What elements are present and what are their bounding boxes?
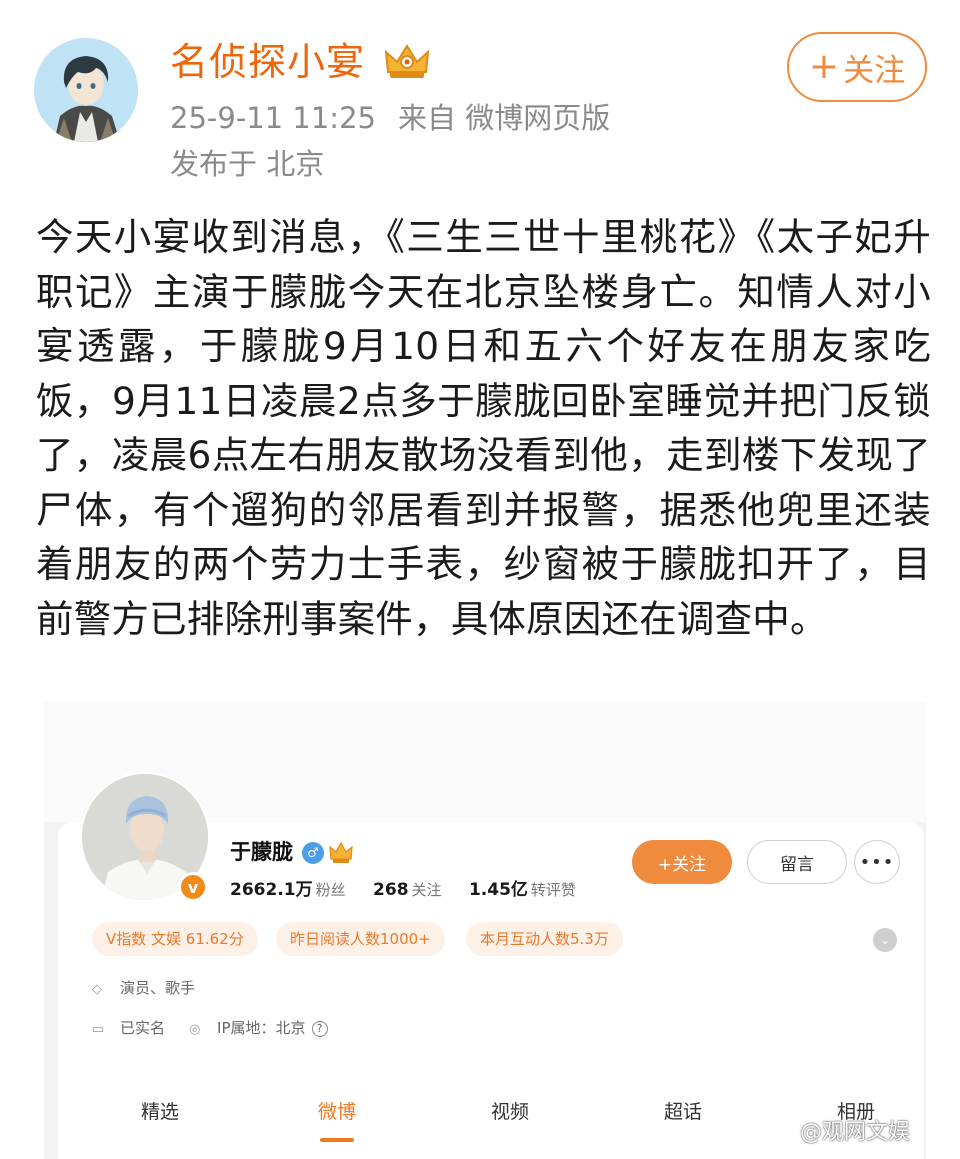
id-card-icon: ▭	[92, 1022, 105, 1037]
profile-message-button[interactable]: 留言	[747, 840, 847, 884]
profile-avatar-wrap[interactable]: v	[80, 772, 214, 906]
author-name[interactable]: 名侦探小宴	[170, 36, 365, 88]
plus-icon: +	[808, 46, 840, 87]
post-text: 今天小宴收到消息，《三生三世十里桃花》《太子妃升职记》主演于朦胧今天在北京坠楼身…	[36, 215, 931, 641]
tab-video[interactable]: 视频	[460, 1098, 560, 1126]
member-crown-icon	[329, 841, 353, 863]
profile-name: 于朦胧	[230, 840, 293, 864]
male-gender-icon: ♂	[302, 842, 324, 864]
stat-following[interactable]: 268 关注	[373, 878, 442, 902]
author-avatar[interactable]	[34, 38, 138, 142]
stat-engagement[interactable]: 1.45亿 转评赞	[469, 878, 576, 902]
tab-super-topic[interactable]: 超话	[633, 1098, 733, 1126]
post-location: 发布于 北京	[170, 147, 325, 181]
crown-badge-icon	[384, 44, 430, 78]
watermark: @观网文娱	[800, 1120, 911, 1145]
profile-stats: 2662.1万 粉丝 268 关注 1.45亿 转评赞	[230, 878, 598, 902]
author-avatar-illustration	[34, 38, 138, 142]
verified-badge-icon: v	[178, 872, 208, 902]
verification-row: ▭ 已实名 ◎ IP属地：北京?	[92, 1017, 328, 1041]
tab-weibo[interactable]: 微博	[287, 1098, 387, 1126]
monthly-interactions-pill[interactable]: 本月互动人数5.3万	[466, 922, 623, 956]
help-icon[interactable]: ?	[311, 1021, 328, 1037]
follow-button[interactable]: + 关注	[787, 32, 927, 102]
real-name-status: 已实名	[120, 1019, 166, 1037]
active-tab-indicator	[320, 1138, 354, 1142]
ip-icon: ◎	[189, 1022, 201, 1037]
follow-button-label: 关注	[843, 52, 906, 89]
post-meta: 25-9-11 11:25 来自 微博网页版	[170, 98, 610, 138]
post-source: 来自 微博网页版	[397, 101, 611, 135]
tab-featured[interactable]: 精选	[110, 1098, 210, 1126]
v-index-pill[interactable]: V指数 文娱 61.62分	[92, 922, 258, 956]
occupation-row: ◇ 演员、歌手	[92, 977, 195, 1001]
more-options-button[interactable]: •••	[854, 840, 900, 884]
stat-followers[interactable]: 2662.1万 粉丝	[230, 878, 346, 902]
shield-icon: ◇	[92, 982, 102, 997]
profile-tabs: 精选 微博 视频 超话 相册	[58, 1082, 924, 1159]
chevron-down-icon[interactable]: ⌄	[873, 928, 897, 952]
profile-follow-button[interactable]: +关注	[632, 840, 732, 884]
ip-location: IP属地：北京	[217, 1019, 306, 1037]
post-timestamp[interactable]: 25-9-11 11:25	[170, 101, 376, 135]
embedded-profile-screenshot[interactable]: v 于朦胧 ♂ 2662.1万 粉丝 268 关注 1.45亿 转评赞 +关注 留言 …	[44, 702, 926, 1159]
daily-readers-pill[interactable]: 昨日阅读人数1000+	[276, 922, 445, 956]
